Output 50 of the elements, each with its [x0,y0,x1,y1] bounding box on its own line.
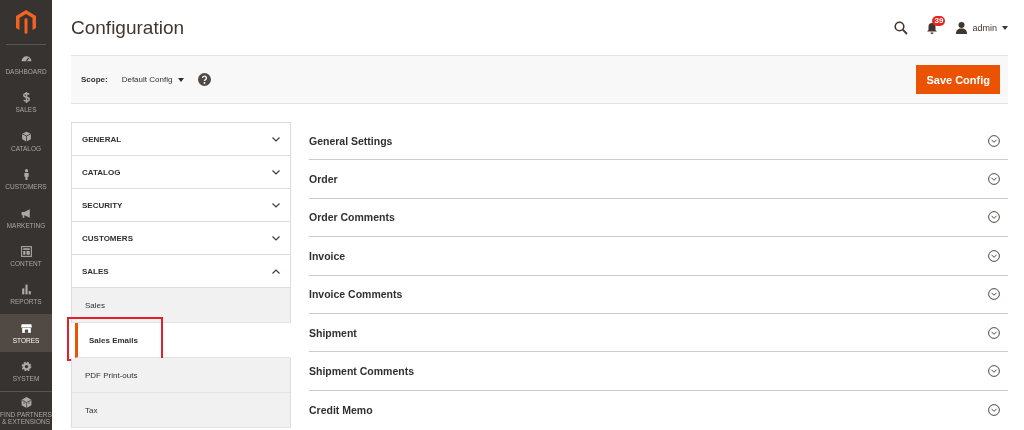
bell-icon[interactable] [926,21,939,34]
expand-icon [988,403,1000,416]
config-subsection-item[interactable]: Sales [71,288,291,323]
user-menu[interactable]: admin [956,21,1008,34]
caret-icon [178,77,185,82]
config-section-header[interactable]: Shipment Comments [309,352,1008,391]
config-section-tab[interactable]: CATALOG [71,156,291,189]
layout-icon [19,245,33,259]
config-section-tab[interactable]: CUSTOMERS [71,222,291,255]
bar-chart-icon [19,283,33,297]
storefront-icon [19,321,33,335]
save-config-button[interactable]: Save Config [916,65,1000,94]
config-section-header[interactable]: Shipment [309,313,1008,353]
logo-icon[interactable] [16,9,36,34]
config-section-header[interactable]: Order [309,160,1008,199]
notification-badge: 39 [932,15,946,26]
scope-dropdown[interactable]: Default Config [121,75,185,84]
config-section-header[interactable]: General Settings [309,122,1008,161]
expand-icon [988,134,1000,147]
search-icon[interactable] [894,20,909,35]
config-subsection-item[interactable]: Sales Emails [75,323,291,358]
config-subsection-item[interactable]: PDF Print-outs [71,358,291,393]
expand-icon [988,288,1000,301]
chevron-down-icon [272,136,280,142]
page-title: Configuration [71,16,186,39]
expand-icon [988,249,1000,262]
gear-icon [19,360,33,374]
config-section-header[interactable]: Invoice [309,237,1008,276]
caret-icon [1002,25,1008,30]
box-icon [19,129,33,143]
chevron-down-icon [272,202,280,208]
expand-icon [988,211,1000,224]
chevron-down-icon [272,235,280,241]
config-section-header[interactable]: Order Comments [309,198,1008,238]
chevron-up-icon [272,268,280,274]
user-icon [956,21,968,34]
expand-icon [988,173,1000,186]
cube-icon [19,396,33,410]
help-icon[interactable] [198,73,212,86]
scope-label: Scope: [81,75,108,84]
chevron-down-icon [272,169,280,175]
expand-icon [988,326,1000,339]
config-section-tab[interactable]: SALES [71,255,291,288]
config-section-tab[interactable]: GENERAL [71,123,291,156]
config-section-header[interactable]: Invoice Comments [309,275,1008,314]
config-subsection-item[interactable]: Tax [71,393,291,428]
config-section-tab[interactable]: SECURITY [71,189,291,222]
config-section-header[interactable]: Credit Memo [309,390,1008,430]
megaphone-icon [19,206,33,220]
expand-icon [988,365,1000,378]
